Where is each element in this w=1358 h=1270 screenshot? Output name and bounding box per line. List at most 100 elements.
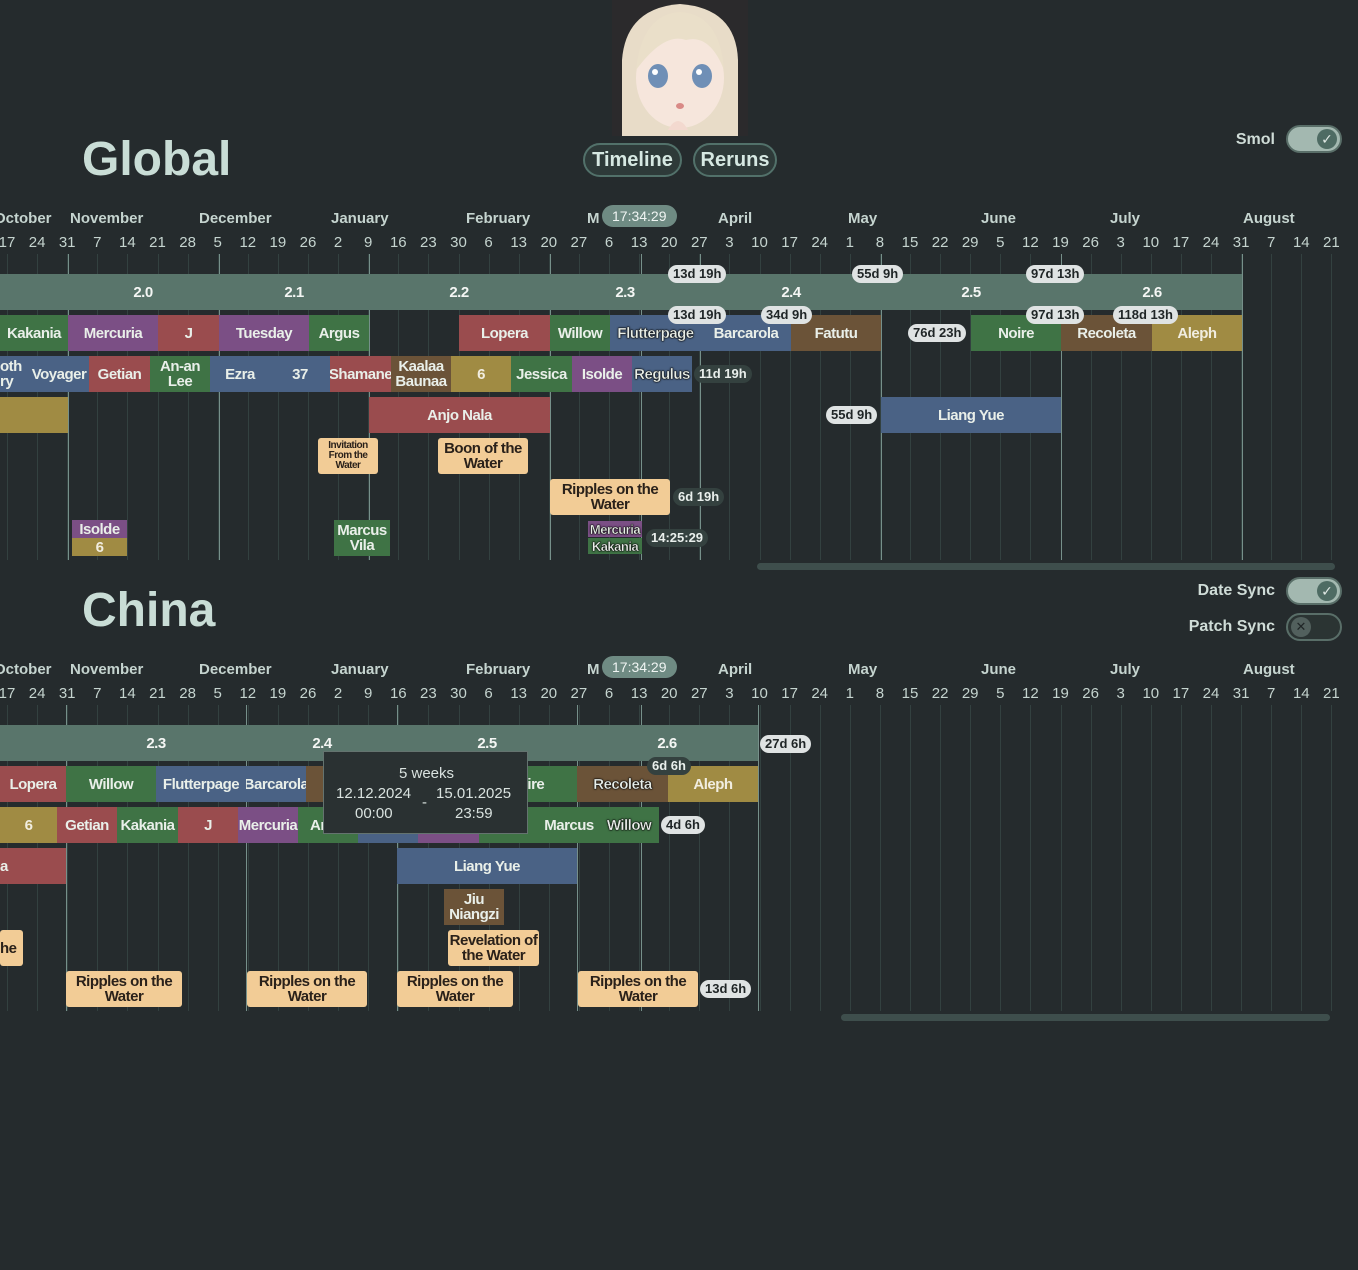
- banner-kaalaa-baunaa[interactable]: Kaalaa Baunaa: [391, 356, 451, 392]
- day-tick-label: 7: [1267, 685, 1276, 702]
- day-tick-label: 13: [630, 685, 648, 702]
- banner-jessica[interactable]: Jessica: [511, 356, 572, 392]
- banner-liang-yue[interactable]: Liang Yue: [881, 397, 1061, 433]
- event-label: Water: [618, 988, 658, 1005]
- countdown-pill: 6d 19h: [673, 488, 725, 506]
- banner-willow[interactable]: Willow: [66, 766, 156, 802]
- day-tick-label: 20: [540, 234, 558, 251]
- tooltip-duration: 5 weeks: [398, 765, 455, 782]
- timeline-button[interactable]: Timeline: [583, 143, 682, 177]
- date-sync-toggle[interactable]: ✓: [1286, 577, 1342, 605]
- banner-argus[interactable]: Argus: [309, 315, 369, 351]
- event-partial[interactable]: he: [0, 930, 23, 966]
- day-tick-label: 12: [239, 234, 257, 251]
- banner-getian[interactable]: Getian: [57, 807, 117, 843]
- banner-barcarola[interactable]: Barcarola: [246, 766, 306, 802]
- event-label: the Water: [461, 947, 526, 964]
- month-label: April: [718, 661, 753, 678]
- grid-line: [1331, 705, 1332, 1011]
- banner-6[interactable]: 6: [0, 807, 57, 843]
- event-ripples-on-the-water[interactable]: Ripples on the Water: [66, 971, 182, 1007]
- banner-voyager[interactable]: Voyager: [29, 356, 89, 392]
- banner-partial[interactable]: a: [0, 848, 66, 884]
- banner-lopera[interactable]: Lopera: [0, 766, 66, 802]
- day-tick-label: 24: [28, 685, 46, 702]
- banner-tuesday[interactable]: Tuesday: [219, 315, 309, 351]
- month-label: M: [587, 661, 600, 678]
- day-tick-label: 21: [1323, 685, 1340, 702]
- event-boon-of-the-water[interactable]: Boon of the Water: [438, 438, 528, 474]
- global-scrollbar[interactable]: [757, 563, 1335, 570]
- banner-flutterpage[interactable]: Flutterpage: [156, 766, 246, 802]
- banner-liang-yue[interactable]: Liang Yue: [397, 848, 577, 884]
- banner-6[interactable]: 6: [451, 356, 511, 392]
- banner-37[interactable]: 37: [270, 356, 330, 392]
- day-tick-label: 17: [781, 234, 798, 251]
- month-label: November: [70, 210, 144, 227]
- banner-mercuria[interactable]: Mercuria: [238, 807, 298, 843]
- banner-olive-partial[interactable]: [0, 397, 68, 433]
- month-label: May: [848, 210, 878, 227]
- banner-partial[interactable]: oth ry: [0, 356, 29, 392]
- grid-line: [880, 705, 881, 1011]
- event-label: Ripples on the: [406, 973, 504, 990]
- day-tick-label: 9: [364, 234, 373, 251]
- day-tick-label: 10: [751, 234, 768, 251]
- tooltip-end-date: 15.01.2025: [436, 785, 512, 802]
- banner-j[interactable]: J: [178, 807, 238, 843]
- banner-isolde[interactable]: Isolde: [572, 356, 632, 392]
- grid-line: [1241, 705, 1242, 1011]
- month-label: January: [331, 210, 389, 227]
- banner-label: Jiu: [463, 891, 485, 908]
- patch-label: 2.3: [615, 283, 635, 301]
- banner-label: Marcus: [337, 522, 387, 539]
- day-tick-label: 3: [1116, 685, 1125, 702]
- banner-anjo-nala[interactable]: Anjo Nala: [369, 397, 550, 433]
- day-tick-label: 6: [484, 685, 493, 702]
- event-invitation-from-the-water[interactable]: Invitation From the Water: [318, 438, 378, 474]
- banner-kakania[interactable]: Kakania: [117, 807, 178, 843]
- banner-mercuria-small[interactable]: Mercuria: [588, 521, 642, 537]
- event-label: Ripples on the: [258, 973, 356, 990]
- banner-marcus-vila[interactable]: Marcus Vila: [334, 520, 390, 556]
- day-tick-label: 26: [299, 685, 317, 702]
- banner-willow-2[interactable]: Willow: [599, 807, 659, 843]
- grid-line: [1091, 705, 1092, 1011]
- reruns-button[interactable]: Reruns: [693, 143, 777, 177]
- day-tick-label: 16: [389, 685, 407, 702]
- day-tick-label: 8: [875, 234, 885, 251]
- banner-lopera[interactable]: Lopera: [459, 315, 550, 351]
- event-ripples-on-the-water[interactable]: Ripples on the Water: [550, 479, 670, 515]
- banner-getian[interactable]: Getian: [89, 356, 150, 392]
- china-scrollbar[interactable]: [841, 1014, 1330, 1021]
- banner-regulus[interactable]: Regulus: [632, 356, 692, 392]
- banner-mercuria[interactable]: Mercuria: [68, 315, 158, 351]
- smol-toggle[interactable]: ✓: [1286, 125, 1342, 153]
- day-tick-label: 30: [450, 234, 467, 251]
- grid-line: [1271, 254, 1272, 560]
- banner-willow[interactable]: Willow: [550, 315, 610, 351]
- banner-an-an-lee[interactable]: An-an Lee: [150, 356, 210, 392]
- check-icon: ✓: [1317, 129, 1337, 149]
- day-tick-label: 2: [333, 685, 343, 702]
- countdown-pill: 13d 19h: [668, 265, 727, 283]
- banner-shamane[interactable]: Shamane: [330, 356, 391, 392]
- grid-line: [760, 705, 761, 1011]
- banner-marcus[interactable]: Marcus: [539, 807, 599, 843]
- patch-sync-toggle[interactable]: ✕: [1286, 613, 1342, 641]
- banner-jiu-niangzi[interactable]: Jiu Niangzi: [444, 889, 504, 925]
- banner-6-small[interactable]: 6: [72, 538, 127, 556]
- event-ripples-on-the-water[interactable]: Ripples on the Water: [397, 971, 513, 1007]
- day-tick-label: 6: [604, 234, 614, 251]
- banner-ezra[interactable]: Ezra: [210, 356, 270, 392]
- month-label: July: [1110, 210, 1141, 227]
- banner-kakania-small[interactable]: Kakania: [588, 538, 642, 554]
- banner-kakania[interactable]: Kakania: [0, 315, 68, 351]
- event-ripples-on-the-water[interactable]: Ripples on the Water: [247, 971, 367, 1007]
- banner-j[interactable]: J: [158, 315, 219, 351]
- event-revelation-of-the-water[interactable]: Revelation of the Water: [448, 930, 539, 966]
- patch-boundary-line: [1242, 254, 1243, 560]
- countdown-pill: 11d 19h: [694, 365, 752, 383]
- banner-isolde-small[interactable]: Isolde: [72, 520, 127, 538]
- event-ripples-on-the-water[interactable]: Ripples on the Water: [578, 971, 698, 1007]
